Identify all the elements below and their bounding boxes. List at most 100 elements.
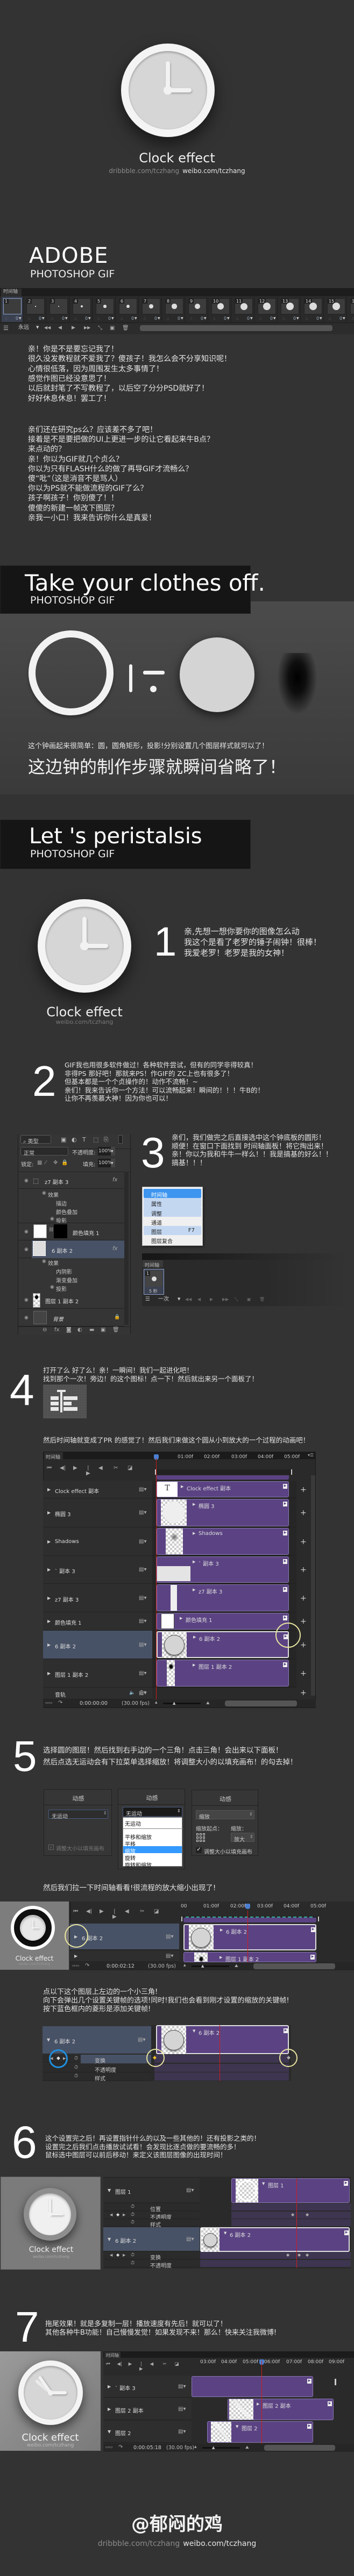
stopwatch-icon[interactable]: ⏱ — [131, 2261, 134, 2266]
dropdown-option[interactable]: 旋转和缩放 — [123, 1860, 182, 1869]
volume-icon[interactable]: 🔈 — [129, 1691, 135, 1696]
collapsed-triangle-icon[interactable]: ▶ — [193, 1635, 196, 1639]
film-strip-icon[interactable]: ▤▾ — [139, 1595, 146, 1601]
animation-frame[interactable]: 1 5 秒 — [144, 1269, 164, 1295]
image-filter-icon[interactable]: ▣ — [61, 1136, 66, 1143]
effect-item[interactable]: 颜色叠加 — [56, 1208, 77, 1216]
next-keyframe-icon[interactable]: ▶ — [123, 2254, 125, 2257]
timeline-tab[interactable]: 时间轴 — [1, 289, 22, 296]
collapsed-triangle-icon[interactable]: ▶ — [193, 1560, 195, 1564]
property-row[interactable]: ◀ ◆ ▶ ⏱ 变换 — [103, 2252, 200, 2261]
film-strip-icon[interactable]: ▤▾ — [139, 1670, 146, 1676]
timeline-layer-row[interactable]: ▶ Clock effect 副本 ▤▾ — [43, 1481, 152, 1498]
panel-menu-icon[interactable]: ▾☰ — [308, 1453, 314, 1458]
timeline-layer-row[interactable]: ▶ ` 副本 3 ▤▾ — [103, 2376, 192, 2398]
add-style-icon[interactable]: fx — [54, 1328, 59, 1333]
stopwatch-icon[interactable]: ⏱ — [74, 2056, 78, 2061]
motion-settings-button[interactable]: ▶ — [284, 2028, 288, 2033]
film-strip-icon[interactable]: ▤▾ — [139, 1487, 146, 1492]
timeline-scrollbar[interactable] — [140, 325, 332, 331]
origin-point[interactable] — [200, 1836, 202, 1839]
collapsed-triangle-icon[interactable]: ▶ — [220, 1928, 223, 1932]
frame-delay[interactable]: 0 — [247, 316, 250, 321]
visibility-eye-icon[interactable]: ◉ — [50, 1285, 54, 1290]
horizontal-scrollbar[interactable] — [264, 2445, 335, 2451]
collapsed-triangle-icon[interactable]: ▶ — [257, 2402, 259, 2406]
playhead-handle[interactable] — [245, 1904, 250, 1909]
new-adjustment-icon[interactable]: ◐ — [77, 1328, 82, 1333]
video-clip[interactable]: ▼ 6 副本 2 ▶ — [156, 2025, 289, 2054]
zoom-in-icon[interactable]: ⛰ — [245, 2445, 249, 2450]
stopwatch-icon[interactable]: ⏱ — [131, 2253, 134, 2258]
property-row[interactable]: ⏱ 位置 — [103, 2204, 200, 2213]
expanded-triangle-icon[interactable]: ▼ — [47, 2037, 50, 2042]
collapsed-triangle-icon[interactable]: ▶ — [74, 1954, 77, 1958]
animation-frame[interactable]: 13 ∴ 0 ▼ — [279, 297, 301, 322]
animation-frame[interactable]: 7 ∴ 0 ▼ — [140, 297, 162, 322]
shape-filter-icon[interactable]: ⬚ — [93, 1136, 98, 1143]
convert-timeline-icon[interactable]: ☰ — [3, 325, 9, 331]
first-frame-icon[interactable]: ◀◀ — [185, 1297, 192, 1302]
origin-point[interactable] — [196, 1833, 199, 1835]
chevron-down-icon[interactable]: ▼ — [178, 1297, 180, 1301]
motion-settings-button[interactable]: ▶ — [344, 2230, 349, 2235]
lock-all-icon[interactable]: 🔒 — [61, 1160, 68, 1166]
next-frame-icon[interactable]: ▶▶ — [222, 1297, 229, 1302]
property-row[interactable]: ⏱ 样式 — [103, 2219, 200, 2228]
video-clip[interactable]: ▶ ` 副本 3 ▶ — [157, 1556, 289, 1583]
animation-frame[interactable]: 8 ∴ 0 ▼ — [164, 297, 185, 322]
export-icon[interactable]: ↷ — [58, 1700, 62, 1706]
render-options-icon[interactable]: ▭▭ — [72, 1964, 79, 1968]
zoom-in-icon[interactable]: ⛰ — [206, 1701, 210, 1705]
film-strip-icon[interactable]: ▤▾ — [178, 2384, 186, 2390]
work-area-end[interactable] — [335, 2379, 336, 2385]
transition-icon[interactable]: ◪ — [175, 2362, 179, 2367]
add-media-icon[interactable]: + — [300, 1509, 307, 1517]
menu-item[interactable]: 通道 — [144, 1217, 201, 1226]
next-frame-icon[interactable]: |▶ — [112, 1909, 117, 1920]
frame-delay[interactable]: 0 — [224, 316, 226, 321]
motion-settings-button[interactable]: ▶ — [283, 1587, 287, 1592]
motion-settings-button[interactable]: ▶ — [283, 1616, 287, 1620]
frame-delay[interactable]: 0 — [201, 316, 203, 321]
menu-item[interactable]: 时间轴 — [144, 1189, 201, 1199]
fx-badge[interactable]: fx — [112, 1177, 117, 1183]
animation-frame[interactable]: 10 ∴ 0 ▼ — [210, 297, 231, 322]
animation-frame[interactable]: 12 ∴ 0 ▼ — [256, 297, 278, 322]
collapsed-triangle-icon[interactable]: ▶ — [47, 1539, 51, 1544]
menu-item[interactable]: 图层 F7 — [144, 1226, 201, 1236]
opacity-dropdown[interactable]: ▼ — [111, 1147, 115, 1156]
zoom-slider-thumb[interactable]: ▲ — [173, 1702, 175, 1705]
film-strip-icon[interactable]: ▤▾ — [166, 1953, 173, 1959]
motion-settings-button[interactable]: ▶ — [307, 2424, 311, 2429]
resize-checkbox[interactable]: ✓ — [196, 1847, 202, 1853]
animation-frame[interactable]: 9 ∴ 0 ▼ — [187, 297, 208, 322]
delete-layer-icon[interactable]: 🗑 — [112, 1328, 119, 1333]
duplicate-frame-icon[interactable]: ▣ — [110, 326, 115, 331]
timeline-zoom-slider[interactable] — [163, 1703, 201, 1704]
export-icon[interactable]: ↷ — [85, 1963, 89, 1969]
keyframe-diamond-icon[interactable]: ◆ — [291, 2212, 294, 2217]
motion-settings-button[interactable]: ▶ — [283, 1559, 287, 1564]
zoom-slider-thumb[interactable]: ▲ — [201, 1964, 204, 1968]
delete-frame-icon[interactable]: 🗑 — [122, 326, 129, 331]
collapsed-triangle-icon[interactable]: ▶ — [47, 1671, 51, 1676]
visibility-eye-icon[interactable]: ◉ — [50, 1216, 54, 1222]
property-row[interactable]: ⏱ 不透明度 — [103, 2259, 200, 2269]
type-filter-icon[interactable]: T — [82, 1136, 86, 1143]
delete-frame-icon[interactable]: 🗑 — [259, 1297, 265, 1302]
next-frame-icon[interactable]: |▶ — [139, 2362, 143, 2371]
fx-badge[interactable]: fx — [112, 1246, 117, 1252]
effect-item[interactable]: 描边 — [56, 1199, 67, 1207]
horizontal-scrollbar[interactable] — [225, 1700, 297, 1706]
fill-dropdown[interactable]: ▼ — [111, 1159, 115, 1167]
film-strip-icon[interactable]: ▤▾ — [139, 1642, 146, 1648]
timeline-zoom-slider[interactable] — [202, 2447, 240, 2449]
lock-move-icon[interactable]: ✥ — [53, 1160, 58, 1166]
visibility-eye-icon[interactable]: ◉ — [24, 1229, 29, 1235]
smart-object-filter-icon[interactable]: ⎘ — [104, 1136, 109, 1144]
video-clip[interactable]: ▼ 图层 1 ▶ — [231, 2178, 350, 2203]
add-media-icon[interactable]: + — [300, 1595, 307, 1602]
video-clip[interactable]: ▶ Shadows ▶ — [157, 1528, 289, 1555]
transition-icon[interactable]: ◪ — [154, 1909, 159, 1914]
